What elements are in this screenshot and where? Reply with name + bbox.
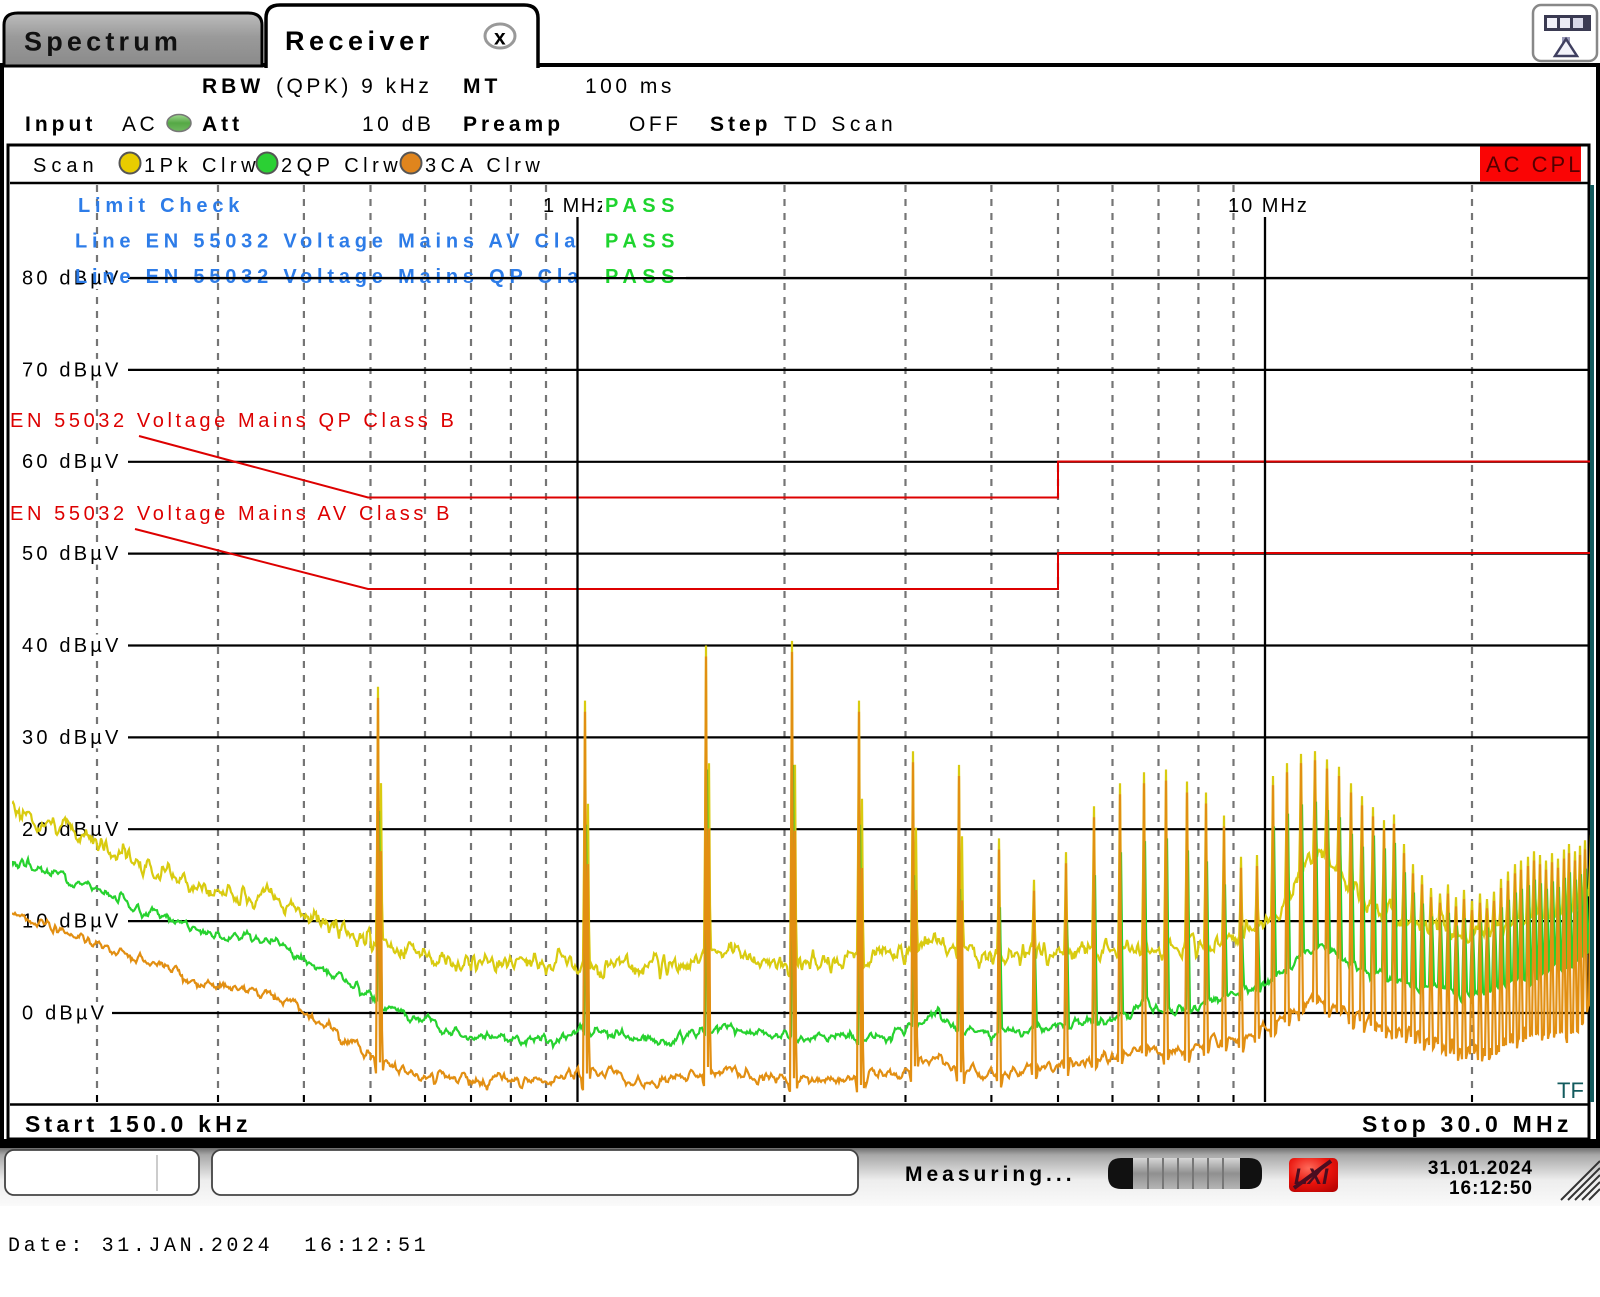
svg-text:EN 55032 Voltage Mains AV Clas: EN 55032 Voltage Mains AV Class B: [10, 503, 453, 525]
svg-text:10 dBµV: 10 dBµV: [22, 911, 122, 933]
svg-text:10 MHz: 10 MHz: [1228, 195, 1309, 217]
svg-text:MT: MT: [463, 75, 501, 98]
svg-text:31.01.2024: 31.01.2024: [1428, 1158, 1533, 1179]
svg-text:AC: AC: [122, 113, 158, 136]
svg-text:Receiver: Receiver: [285, 26, 434, 56]
svg-text:(QPK) 9 kHz: (QPK) 9 kHz: [276, 75, 432, 98]
svg-text:0 dBµV: 0 dBµV: [22, 1003, 107, 1025]
svg-text:Input: Input: [25, 113, 96, 136]
svg-text:Stop 30.0 MHz: Stop 30.0 MHz: [1362, 1111, 1573, 1137]
svg-text:Start 150.0 kHz: Start 150.0 kHz: [25, 1111, 252, 1137]
svg-text:Measuring...: Measuring...: [905, 1163, 1076, 1186]
svg-text:40 dBµV: 40 dBµV: [22, 635, 122, 657]
svg-text:Spectrum: Spectrum: [24, 27, 182, 57]
svg-text:Scan: Scan: [33, 155, 99, 177]
svg-text:16:12:50: 16:12:50: [1449, 1178, 1533, 1199]
svg-text:10 dB: 10 dB: [362, 113, 434, 136]
svg-text:PASS: PASS: [605, 231, 680, 253]
svg-text:RBW: RBW: [202, 75, 264, 98]
svg-text:1 MHz: 1 MHz: [543, 195, 608, 217]
svg-text:2QP Clrw: 2QP Clrw: [281, 155, 402, 177]
svg-text:Preamp: Preamp: [463, 113, 564, 136]
svg-text:OFF: OFF: [629, 113, 682, 136]
svg-text:1Pk Clrw: 1Pk Clrw: [144, 155, 260, 177]
svg-text:PASS: PASS: [605, 195, 680, 217]
svg-text:30 dBµV: 30 dBµV: [22, 727, 122, 749]
svg-text:70 dBµV: 70 dBµV: [22, 359, 122, 381]
svg-text:TF: TF: [1557, 1078, 1584, 1103]
svg-text:AC CPL: AC CPL: [1486, 152, 1583, 177]
svg-text:60 dBµV: 60 dBµV: [22, 451, 122, 473]
svg-text:Date: 31.JAN.2024 16:12:51: Date: 31.JAN.2024 16:12:51: [8, 1235, 429, 1258]
svg-text:EN 55032 Voltage Mains QP Clas: EN 55032 Voltage Mains QP Class B: [10, 410, 458, 432]
svg-text:50 dBµV: 50 dBµV: [22, 543, 122, 565]
svg-text:3CA Clrw: 3CA Clrw: [425, 155, 544, 177]
svg-text:Att: Att: [202, 113, 243, 136]
svg-text:TD Scan: TD Scan: [784, 113, 897, 136]
svg-text:x: x: [494, 27, 506, 50]
svg-text:100 ms: 100 ms: [585, 75, 675, 98]
svg-text:Line EN 55032 Voltage Mains AV: Line EN 55032 Voltage Mains AV Cla: [75, 231, 580, 253]
svg-text:Limit Check: Limit Check: [78, 195, 244, 217]
svg-text:Step: Step: [710, 113, 772, 136]
